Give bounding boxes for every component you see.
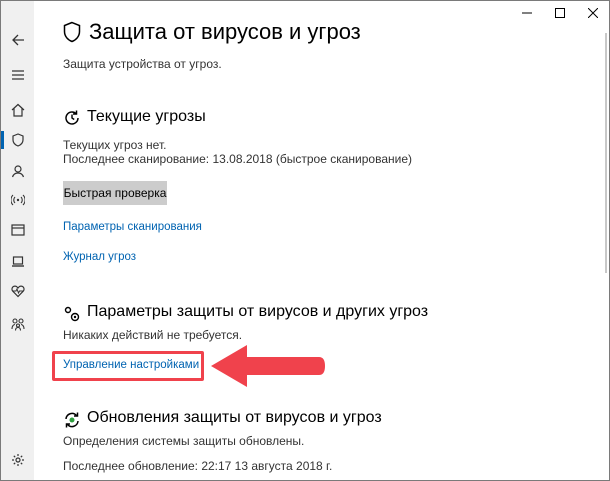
menu-button[interactable] xyxy=(1,60,34,90)
sidebar-item-device-health[interactable] xyxy=(1,276,34,306)
close-button[interactable] xyxy=(576,1,609,25)
scan-options-link[interactable]: Параметры сканирования xyxy=(63,221,202,233)
app-window: Защита от вирусов и угроз Защита устройс… xyxy=(0,0,610,481)
window-controls xyxy=(510,1,609,31)
maximize-icon xyxy=(554,8,565,18)
sidebar-item-account[interactable] xyxy=(1,156,34,186)
sidebar-item-firewall[interactable] xyxy=(1,185,34,215)
highlight-box xyxy=(52,351,204,381)
settings-gears-icon xyxy=(64,306,80,322)
red-arrow-icon xyxy=(211,345,325,387)
updates-title: Обновления защиты от вирусов и угроз xyxy=(87,409,382,426)
app-browser-icon xyxy=(10,224,25,236)
laptop-icon xyxy=(11,256,24,267)
scrollbar[interactable] xyxy=(605,33,607,273)
page-subtitle: Защита устройства от угроз. xyxy=(63,57,222,71)
updates-status: Определения системы защиты обновлены. xyxy=(63,434,305,448)
back-arrow-icon xyxy=(11,34,24,46)
current-threats-title: Текущие угрозы xyxy=(87,108,206,125)
page-title: Защита от вирусов и угроз xyxy=(89,19,361,44)
minimize-icon xyxy=(521,12,532,14)
threat-history-link[interactable]: Журнал угроз xyxy=(63,251,136,263)
family-icon xyxy=(10,318,25,331)
back-button[interactable] xyxy=(1,25,34,55)
home-icon xyxy=(11,103,24,117)
shield-icon xyxy=(11,133,24,147)
maximize-button[interactable] xyxy=(543,1,576,25)
sidebar-item-settings[interactable] xyxy=(1,445,34,475)
shield-icon xyxy=(63,21,81,43)
person-icon xyxy=(11,165,24,178)
close-icon xyxy=(587,8,598,18)
heart-icon xyxy=(10,285,25,298)
sidebar xyxy=(1,1,34,480)
protection-settings-status: Никаких действий не требуется. xyxy=(63,328,243,342)
sidebar-item-app-browser[interactable] xyxy=(1,215,34,245)
sidebar-item-family[interactable] xyxy=(1,309,34,339)
sidebar-item-home[interactable] xyxy=(1,95,34,125)
sidebar-item-device-security[interactable] xyxy=(1,246,34,276)
last-update-info: Последнее обновление: 22:17 13 августа 2… xyxy=(63,459,333,473)
minimize-button[interactable] xyxy=(510,1,543,25)
last-scan-info: Последнее сканирование: 13.08.2018 (быст… xyxy=(63,152,412,166)
gear-icon xyxy=(11,454,24,466)
wireless-icon xyxy=(10,194,25,206)
hamburger-menu-icon xyxy=(11,70,24,80)
refresh-clock-icon xyxy=(65,110,79,125)
update-refresh-icon xyxy=(65,412,79,428)
quick-scan-button[interactable]: Быстрая проверка xyxy=(63,181,167,205)
protection-settings-title: Параметры защиты от вирусов и других угр… xyxy=(87,303,429,320)
threats-status: Текущих угроз нет. xyxy=(63,138,167,152)
sidebar-item-virus-protection[interactable] xyxy=(1,125,34,155)
